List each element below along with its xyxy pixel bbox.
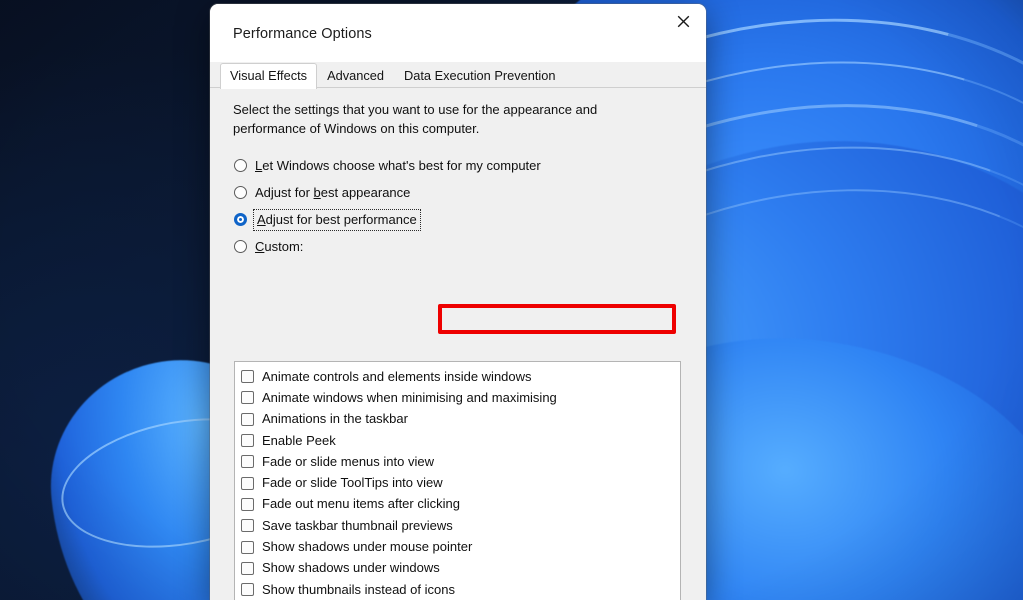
list-item-label: Animate windows when minimising and maxi… [262,389,557,405]
list-item-label: Fade or slide menus into view [262,453,434,469]
radio-option-label: Adjust for best performance [253,208,421,231]
close-icon[interactable] [660,4,706,38]
checkbox-unchecked-icon[interactable] [241,497,254,511]
radio-unselected-icon[interactable] [234,240,247,253]
performance-options-dialog: Performance Options Visual Effects Advanc… [210,4,706,600]
checkbox-unchecked-icon[interactable] [241,583,254,597]
radio-option-1[interactable]: Adjust for best appearance [234,179,684,206]
list-item[interactable]: Animate controls and elements inside win… [241,366,680,387]
list-item-label: Show thumbnails instead of icons [262,581,455,597]
panel-description: Select the settings that you want to use… [233,102,598,136]
list-item[interactable]: Show thumbnails instead of icons [241,579,680,600]
visual-effects-listbox[interactable]: Animate controls and elements inside win… [234,361,681,600]
list-item[interactable]: Fade or slide menus into view [241,451,680,472]
desktop: Performance Options Visual Effects Advanc… [0,0,1023,600]
list-item[interactable]: Save taskbar thumbnail previews [241,515,680,536]
list-item-label: Show shadows under mouse pointer [262,539,473,555]
list-item-label: Save taskbar thumbnail previews [262,517,453,533]
radio-selected-icon[interactable] [234,213,247,226]
performance-mode-radio-group: Let Windows choose what's best for my co… [234,152,684,260]
list-item-label: Animations in the taskbar [262,411,408,427]
list-item-label: Enable Peek [262,432,336,448]
checkbox-unchecked-icon[interactable] [241,540,254,554]
list-item[interactable]: Enable Peek [241,430,680,451]
list-item[interactable]: Animate windows when minimising and maxi… [241,387,680,408]
radio-option-0[interactable]: Let Windows choose what's best for my co… [234,152,684,179]
radio-unselected-icon[interactable] [234,159,247,172]
radio-option-label: Custom: [255,238,304,254]
checkbox-unchecked-icon[interactable] [241,519,254,533]
list-item[interactable]: Fade out menu items after clicking [241,494,680,515]
list-item[interactable]: Show shadows under windows [241,558,680,579]
visual-effects-panel: Select the settings that you want to use… [210,88,706,600]
list-item-label: Animate controls and elements inside win… [262,368,532,384]
list-item-label: Show shadows under windows [262,560,440,576]
red-highlight-annotation [438,304,676,334]
radio-unselected-icon[interactable] [234,186,247,199]
tab-strip: Visual Effects Advanced Data Execution Pre… [210,62,706,89]
checkbox-unchecked-icon[interactable] [241,476,254,490]
tab-visual-effects[interactable]: Visual Effects [220,63,318,89]
dialog-title: Performance Options [233,26,372,42]
checkbox-unchecked-icon[interactable] [241,561,254,575]
checkbox-unchecked-icon[interactable] [241,370,254,384]
list-item-label: Fade out menu items after clicking [262,496,460,512]
list-item[interactable]: Show shadows under mouse pointer [241,536,680,557]
radio-option-label: Let Windows choose what's best for my co… [255,157,541,173]
tab-data-execution-prevention[interactable]: Data Execution Prevention [394,63,566,89]
tab-advanced[interactable]: Advanced [317,63,394,89]
radio-option-3[interactable]: Custom: [234,233,684,260]
checkbox-unchecked-icon[interactable] [241,391,254,405]
radio-option-label: Adjust for best appearance [255,184,411,200]
list-item-label: Fade or slide ToolTips into view [262,475,443,491]
list-item[interactable]: Fade or slide ToolTips into view [241,472,680,493]
checkbox-unchecked-icon[interactable] [241,455,254,469]
radio-option-2[interactable]: Adjust for best performance [234,206,684,233]
dialog-titlebar: Performance Options [210,4,706,62]
checkbox-unchecked-icon[interactable] [241,412,254,426]
list-item[interactable]: Animations in the taskbar [241,409,680,430]
checkbox-unchecked-icon[interactable] [241,434,254,448]
